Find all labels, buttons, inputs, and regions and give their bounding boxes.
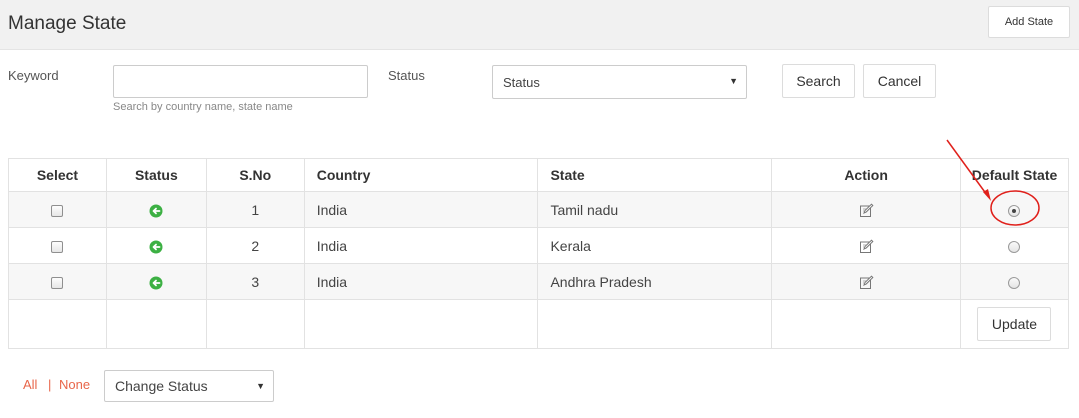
column-header-default-state: Default State (959, 158, 1070, 192)
keyword-input[interactable] (113, 65, 368, 98)
row-state: Kerala (537, 227, 773, 264)
search-button[interactable]: Search (782, 64, 855, 98)
row-country: India (303, 263, 539, 300)
page-header: Manage State Add State (0, 0, 1079, 50)
row-select-checkbox[interactable] (51, 240, 64, 253)
table-row: 2 India Kerala (8, 227, 1070, 264)
row-sno: 3 (205, 263, 305, 300)
cancel-button[interactable]: Cancel (863, 64, 936, 98)
update-button[interactable]: Update (977, 307, 1052, 341)
column-header-select: Select (8, 158, 107, 192)
status-active-icon[interactable] (149, 240, 163, 254)
column-header-sno: S.No (205, 158, 305, 192)
column-header-country: Country (303, 158, 539, 192)
row-state: Tamil nadu (537, 191, 773, 228)
default-state-radio[interactable] (1008, 204, 1021, 217)
change-status-select[interactable]: Change Status ▼ (104, 370, 274, 402)
column-header-status: Status (105, 158, 207, 192)
table-header-row: Select Status S.No Country State Action … (8, 158, 1070, 192)
chevron-down-icon: ▼ (729, 76, 738, 86)
column-header-state: State (537, 158, 773, 192)
row-select-checkbox[interactable] (51, 276, 64, 289)
default-state-radio[interactable] (1008, 240, 1021, 253)
row-state: Andhra Pradesh (537, 263, 773, 300)
edit-icon[interactable] (859, 203, 874, 218)
states-table: Select Status S.No Country State Action … (8, 158, 1070, 349)
keyword-hint: Search by country name, state name (113, 101, 293, 113)
table-row: 1 India Tamil nadu (8, 191, 1070, 228)
select-all-link[interactable]: All (23, 377, 37, 392)
change-status-value: Change Status (115, 378, 208, 394)
status-active-icon[interactable] (149, 276, 163, 290)
keyword-label: Keyword (8, 68, 59, 83)
row-country: India (303, 191, 539, 228)
table-footer-row: Update (8, 299, 1070, 349)
page-title: Manage State (8, 13, 127, 34)
chevron-down-icon: ▼ (256, 381, 265, 391)
row-sno: 1 (205, 191, 305, 228)
row-sno: 2 (205, 227, 305, 264)
column-header-action: Action (771, 158, 961, 192)
edit-icon[interactable] (859, 239, 874, 254)
default-state-radio[interactable] (1008, 276, 1021, 289)
status-label: Status (388, 68, 425, 83)
status-select-value: Status (503, 75, 540, 90)
link-separator: | (48, 377, 52, 392)
table-row: 3 India Andhra Pradesh (8, 263, 1070, 300)
select-none-link[interactable]: None (59, 377, 90, 392)
edit-icon[interactable] (859, 275, 874, 290)
row-country: India (303, 227, 539, 264)
add-state-button[interactable]: Add State (988, 6, 1070, 38)
status-select[interactable]: Status ▼ (492, 65, 747, 99)
status-active-icon[interactable] (149, 204, 163, 218)
row-select-checkbox[interactable] (51, 204, 64, 217)
